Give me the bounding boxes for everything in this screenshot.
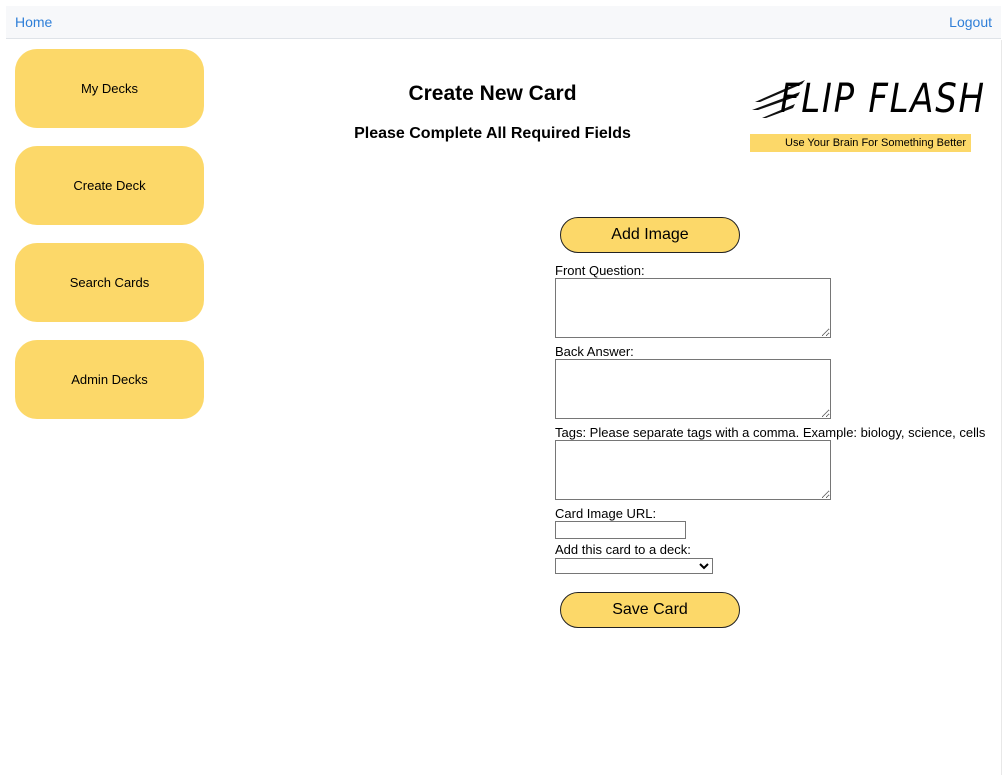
sidebar-item-create-deck[interactable]: Create Deck: [15, 146, 204, 225]
save-card-button[interactable]: Save Card: [560, 592, 740, 628]
front-question-field[interactable]: [555, 278, 831, 338]
logout-link[interactable]: Logout: [949, 14, 992, 30]
sidebar-item-search-cards[interactable]: Search Cards: [15, 243, 204, 322]
add-image-button[interactable]: Add Image: [560, 217, 740, 253]
top-navbar: Home Logout: [6, 6, 1001, 39]
card-image-url-input[interactable]: [555, 521, 686, 539]
logo-text: FLIP FLASH: [780, 76, 986, 122]
card-image-url-label: Card Image URL:: [555, 506, 657, 521]
tags-field[interactable]: [555, 440, 831, 500]
deck-select-label: Add this card to a deck:: [555, 542, 691, 557]
flip-flash-logo: FLIP FLASH Use Your Brain For Something …: [750, 74, 984, 154]
sidebar-item-label: My Decks: [80, 81, 139, 96]
tags-label: Tags: Please separate tags with a comma.…: [555, 425, 986, 440]
home-link[interactable]: Home: [15, 14, 52, 30]
sidebar-item-label: Admin Decks: [71, 372, 148, 387]
back-answer-field[interactable]: [555, 359, 831, 419]
sidebar-item-label: Search Cards: [69, 275, 150, 290]
page-subtitle: Please Complete All Required Fields: [354, 125, 631, 142]
front-question-label: Front Question:: [555, 263, 645, 278]
logo-tagline: Use Your Brain For Something Better: [750, 134, 971, 152]
back-answer-label: Back Answer:: [555, 344, 634, 359]
sidebar-item-label: Create Deck: [73, 178, 146, 193]
scrollbar-edge: [1001, 40, 1006, 775]
page-title: Create New Card: [408, 82, 577, 105]
sidebar-item-admin-decks[interactable]: Admin Decks: [15, 340, 204, 419]
deck-select[interactable]: [555, 558, 713, 574]
sidebar-item-my-decks[interactable]: My Decks: [15, 49, 204, 128]
